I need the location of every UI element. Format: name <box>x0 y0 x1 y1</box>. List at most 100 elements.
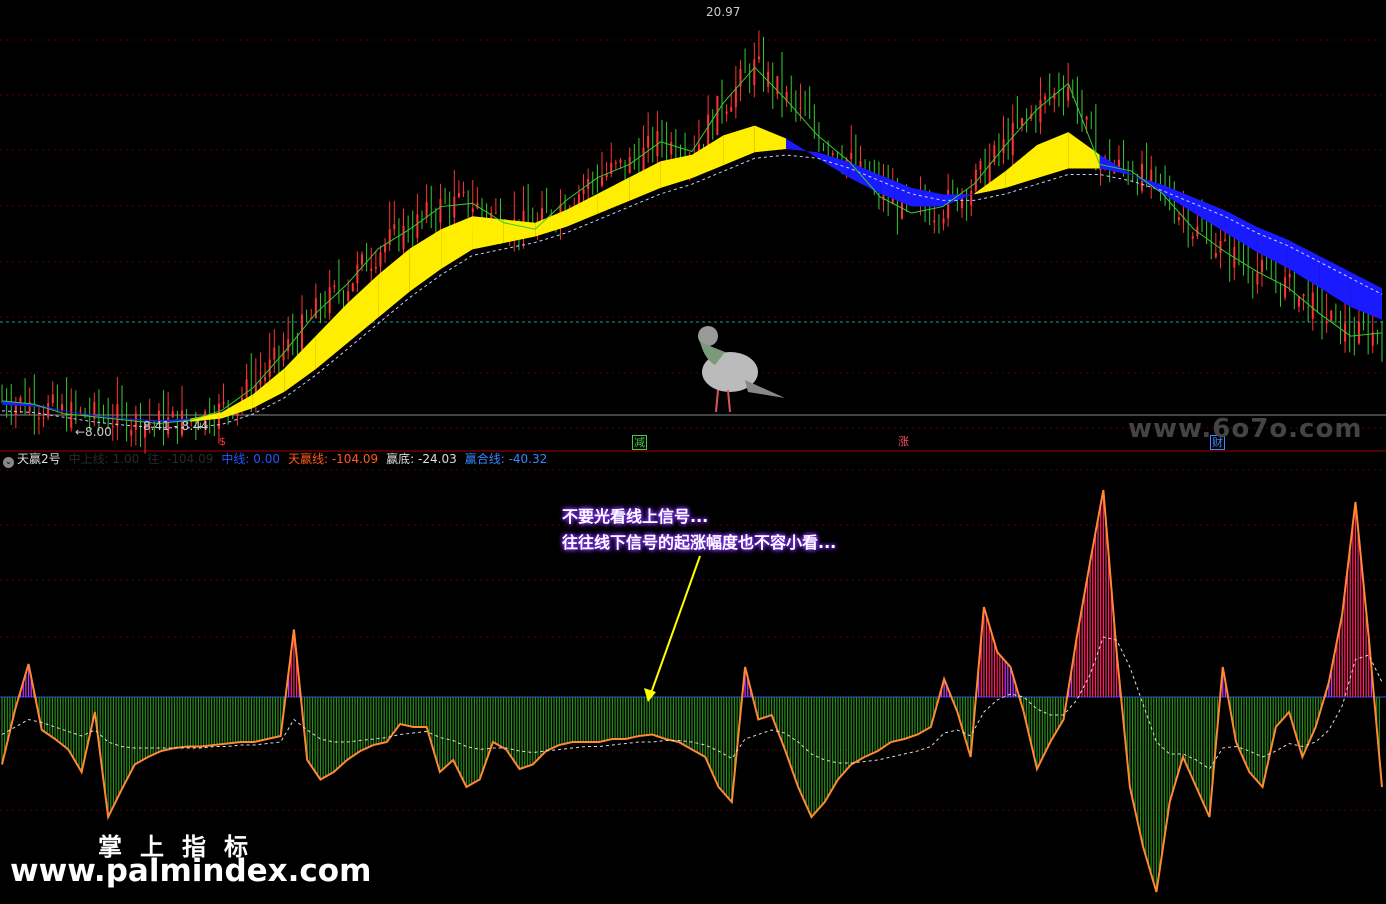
high-price-label: 20.97 <box>706 5 740 19</box>
candle-body <box>1357 321 1360 344</box>
candle-body <box>1021 118 1023 126</box>
candle-body <box>245 379 248 398</box>
ribbon-segment <box>880 174 912 207</box>
annotation-line: 不要光看线上信号... <box>562 507 709 526</box>
candle-body <box>384 244 387 253</box>
candle-body <box>1141 163 1143 191</box>
candle-body <box>1302 294 1305 297</box>
chart-root: 20.97 ←8.00 8.41 - 8.44 ⌄ 天赢2号 中上线: 1.00 往: -… <box>0 0 1386 900</box>
candle-body <box>1288 273 1291 278</box>
price-lines: 20.97 ←8.00 8.41 - 8.44 <box>1 5 1383 439</box>
legend-item: 中线: 0.00 <box>221 452 280 466</box>
candle-body <box>979 160 982 170</box>
candle-body <box>942 218 945 224</box>
candle-body <box>1330 310 1333 322</box>
candle-body <box>1085 116 1088 120</box>
candle-body <box>831 153 834 155</box>
signal-marker: 减 <box>632 435 647 450</box>
candle-body <box>425 202 428 218</box>
candle-body <box>767 71 770 87</box>
candle-body <box>707 114 710 146</box>
candle-body <box>259 380 262 385</box>
ribbon-segment <box>1350 272 1382 320</box>
candle-body <box>1039 99 1042 123</box>
candle-body <box>370 268 373 271</box>
ma-ribbon <box>2 125 1382 422</box>
candle-body <box>379 252 382 267</box>
candle-body <box>1256 272 1259 285</box>
candle-body <box>619 159 622 163</box>
pigeon-leg <box>727 389 731 413</box>
collapse-icon[interactable]: ⌄ <box>3 457 14 468</box>
ribbon-segment <box>754 125 787 153</box>
candle-body <box>1261 260 1263 273</box>
legend-item: 赢合线: -40.32 <box>464 452 548 466</box>
candle-body <box>51 394 54 404</box>
signal-marker: 涨 <box>898 435 909 448</box>
candle-body <box>439 199 442 223</box>
candle-body <box>1214 252 1217 258</box>
watermark-url: www.palmindex.com <box>10 853 372 889</box>
candle-body <box>374 266 377 269</box>
candle-body <box>171 411 174 418</box>
indicator-legend: ⌄ 天赢2号 中上线: 1.00 往: -104.09 中线: 0.00 天赢线: -10… <box>0 450 1386 468</box>
ribbon-segment <box>566 193 598 227</box>
candle-body <box>850 152 853 160</box>
ribbon-segment <box>503 219 536 243</box>
candle-body <box>314 298 317 318</box>
annotation-arrow <box>649 555 701 697</box>
candle-body <box>730 107 733 112</box>
range-label: 8.41 - 8.44 <box>143 419 208 433</box>
candle-body <box>457 192 460 197</box>
candle-body <box>1284 277 1287 298</box>
candle-body <box>61 404 63 411</box>
candle-body <box>601 177 603 186</box>
legend-item: 中上线: 1.00 <box>68 452 140 466</box>
signal-marker: $ <box>219 435 226 448</box>
ribbon-segment <box>786 138 818 158</box>
candle-body <box>79 410 82 412</box>
candle-body <box>753 59 756 86</box>
candle-body <box>1191 236 1194 239</box>
candle-body <box>1150 169 1153 183</box>
pigeon-tail <box>745 380 785 398</box>
watermark-site: www.6o7o.com <box>1128 414 1363 444</box>
ribbon-segment <box>723 125 755 166</box>
ribbon-segment <box>1319 255 1351 307</box>
candle-body <box>37 418 40 420</box>
candle-body <box>453 196 456 218</box>
candle-body <box>1325 321 1328 324</box>
candle-body <box>582 189 585 194</box>
legend-item: 天赢线: -104.09 <box>287 452 379 466</box>
annotation-text: 不要光看线上信号... 往往线下信号的起涨幅度也不容小看... <box>562 504 836 556</box>
candle-body <box>351 283 354 292</box>
candle-body <box>471 208 474 213</box>
ribbon-segment <box>1099 154 1132 175</box>
ribbon-segment <box>1005 145 1037 188</box>
candle-body <box>1219 240 1222 253</box>
candle-body <box>642 147 645 174</box>
candle-body <box>361 254 363 265</box>
ribbon-segment <box>660 154 692 188</box>
candle-body <box>301 314 303 351</box>
candle-body <box>130 429 133 436</box>
candle-body <box>799 107 802 109</box>
candle-body <box>333 285 336 288</box>
candle-body <box>716 96 719 135</box>
candle-body <box>970 190 973 206</box>
candle-body <box>47 403 50 418</box>
candle-body <box>287 339 290 352</box>
candle-body <box>42 417 45 419</box>
candle-body <box>393 224 396 230</box>
candle-body <box>670 142 673 155</box>
candle-body <box>14 405 17 416</box>
legend-item: 赢底: -24.03 <box>386 452 457 466</box>
candle-body <box>416 214 419 239</box>
candle-body <box>1044 96 1047 100</box>
candle-body <box>1224 239 1227 241</box>
candle-body <box>614 162 617 164</box>
candle-body <box>273 347 276 360</box>
ribbon-segment <box>441 216 473 269</box>
ribbon-segment <box>378 248 410 318</box>
candle-body <box>1311 292 1314 319</box>
